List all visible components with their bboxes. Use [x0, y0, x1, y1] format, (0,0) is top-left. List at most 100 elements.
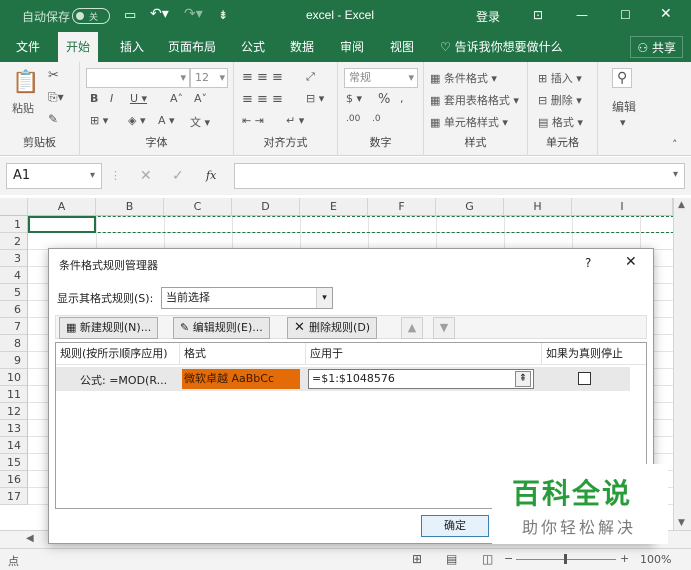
help-button[interactable]: ? [585, 256, 591, 270]
column-header[interactable]: G [436, 198, 504, 216]
cell-styles-button[interactable]: ▦ 单元格样式 ▾ [430, 114, 508, 130]
left-align-icon[interactable]: ≡ ≡ ≡ [242, 92, 283, 107]
minimize-icon[interactable]: — [576, 8, 588, 22]
tab-review[interactable]: 审阅 [332, 32, 372, 62]
expand-formula-icon[interactable]: ▾ [673, 169, 678, 180]
paste-icon[interactable]: 📋 [12, 70, 39, 95]
delete-rule-button[interactable]: ✕ 删除规则(D) [287, 317, 378, 339]
row-header[interactable]: 1 [0, 216, 28, 233]
editing-group[interactable]: ⚲ 编辑 ▾ [598, 62, 652, 156]
collapse-range-icon[interactable]: ⇞ [515, 371, 531, 387]
currency-icon[interactable]: $ ▾ [346, 92, 362, 105]
tab-data[interactable]: 数据 [282, 32, 322, 62]
selected-cell-a1[interactable] [28, 216, 96, 233]
stop-if-true-checkbox[interactable] [578, 372, 591, 385]
column-header[interactable]: B [96, 198, 164, 216]
row-header[interactable]: 8 [0, 335, 28, 352]
row-header[interactable]: 14 [0, 437, 28, 454]
move-down-button[interactable]: ▼ [433, 317, 455, 339]
row-header[interactable]: 7 [0, 318, 28, 335]
column-header[interactable]: C [164, 198, 232, 216]
tell-me-search[interactable]: ♡ 告诉我你想要做什么 [432, 32, 571, 62]
bold-icon[interactable]: B [90, 92, 98, 105]
scroll-left-icon[interactable]: ◀ [26, 533, 34, 544]
cut-icon[interactable]: ✂ [48, 68, 59, 83]
comma-icon[interactable]: , [400, 92, 404, 105]
rule-row[interactable]: 公式: =MOD(R... 微软卓越 AaBbCc =$1:$1048576 ⇞ [56, 367, 630, 391]
decrease-font-icon[interactable]: A˅ [194, 92, 207, 105]
redo-icon[interactable]: ↷▾ [184, 6, 203, 22]
number-format-select[interactable]: 常规 ▾ [344, 68, 418, 88]
decrease-decimal-icon[interactable]: .0 [372, 114, 381, 124]
ok-button[interactable]: 确定 [421, 515, 489, 537]
indent-icon[interactable]: ⇤ ⇥ [242, 114, 264, 127]
move-up-button[interactable]: ▲ [401, 317, 423, 339]
save-icon[interactable]: ▭ [124, 8, 136, 23]
login-link[interactable]: 登录 [476, 8, 500, 25]
row-header[interactable]: 11 [0, 386, 28, 403]
normal-view-icon[interactable]: ⊞ [412, 552, 422, 566]
tab-page-layout[interactable]: 页面布局 [160, 32, 224, 62]
font-size-input[interactable]: 12 ▾ [190, 68, 228, 88]
copy-icon[interactable]: ⎘▾ [48, 90, 64, 105]
top-align-icon[interactable]: ≡ ≡ ≡ [242, 70, 283, 85]
tab-view[interactable]: 视图 [382, 32, 422, 62]
row-header[interactable]: 12 [0, 403, 28, 420]
new-rule-button[interactable]: ▦ 新建规则(N)... [59, 317, 159, 339]
column-header[interactable]: H [504, 198, 572, 216]
format-as-table-button[interactable]: ▦ 套用表格格式 ▾ [430, 92, 519, 108]
insert-cells-button[interactable]: ⊞ 插入 ▾ [538, 70, 582, 86]
zoom-out-icon[interactable]: − [504, 552, 513, 565]
delete-cells-button[interactable]: ⊟ 删除 ▾ [538, 92, 582, 108]
increase-font-icon[interactable]: A˄ [170, 92, 183, 105]
vertical-scrollbar[interactable]: ▲ ▼ [673, 198, 691, 530]
autosave-toggle[interactable]: 关 [72, 8, 110, 24]
paste-button[interactable]: 粘贴 [12, 100, 34, 116]
underline-icon[interactable]: U ▾ [130, 92, 147, 105]
tab-home[interactable]: 开始 [58, 32, 99, 62]
italic-icon[interactable]: I [110, 92, 113, 105]
font-name-input[interactable]: ▾ [86, 68, 190, 88]
window-close-icon[interactable]: ✕ [660, 6, 672, 22]
phonetic-icon[interactable]: 文 ▾ [190, 114, 210, 130]
page-break-view-icon[interactable]: ◫ [482, 552, 493, 566]
insert-function-icon[interactable]: fx [206, 169, 216, 182]
zoom-level[interactable]: 100% [640, 553, 671, 566]
zoom-in-icon[interactable]: + [620, 552, 629, 565]
column-header[interactable]: F [368, 198, 436, 216]
row-header[interactable]: 3 [0, 250, 28, 267]
select-all-corner[interactable] [0, 198, 28, 216]
row-header[interactable]: 5 [0, 284, 28, 301]
format-painter-icon[interactable]: ✎ [48, 112, 58, 126]
applies-to-input[interactable]: =$1:$1048576 ⇞ [308, 369, 534, 389]
increase-decimal-icon[interactable]: .00 [346, 114, 360, 124]
row-header[interactable]: 16 [0, 471, 28, 488]
column-header[interactable]: I [572, 198, 673, 216]
formula-input[interactable]: ▾ [234, 163, 685, 189]
row-header[interactable]: 4 [0, 267, 28, 284]
column-header[interactable]: E [300, 198, 368, 216]
column-header[interactable]: A [28, 198, 96, 216]
wrap-text-icon[interactable]: ↵ ▾ [286, 114, 304, 127]
confirm-formula-icon[interactable]: ✓ [172, 168, 184, 184]
tab-file[interactable]: 文件 [8, 32, 48, 62]
name-box[interactable]: A1 ▾ [6, 163, 102, 189]
row-header[interactable]: 10 [0, 369, 28, 386]
merge-center-icon[interactable]: ⊟ ▾ [306, 92, 324, 105]
edit-rule-button[interactable]: ✎ 编辑规则(E)... [173, 317, 270, 339]
column-header[interactable]: D [232, 198, 300, 216]
dialog-close-icon[interactable]: ✕ [625, 254, 637, 270]
percent-icon[interactable]: % [378, 92, 390, 107]
row-header[interactable]: 13 [0, 420, 28, 437]
maximize-icon[interactable]: ☐ [620, 8, 631, 22]
ribbon-display-icon[interactable]: ⊡ [533, 8, 543, 22]
collapse-ribbon-icon[interactable]: ˄ [672, 138, 678, 151]
page-layout-view-icon[interactable]: ▤ [446, 552, 457, 566]
row-header[interactable]: 2 [0, 233, 28, 250]
tab-formulas[interactable]: 公式 [233, 32, 273, 62]
customize-toolbar-icon[interactable]: ⇟ [218, 8, 228, 22]
orientation-icon[interactable]: ⤢ [306, 70, 315, 84]
row-header[interactable]: 6 [0, 301, 28, 318]
share-button[interactable]: ⚇ 共享 [630, 36, 683, 58]
scroll-up-icon[interactable]: ▲ [678, 200, 685, 210]
